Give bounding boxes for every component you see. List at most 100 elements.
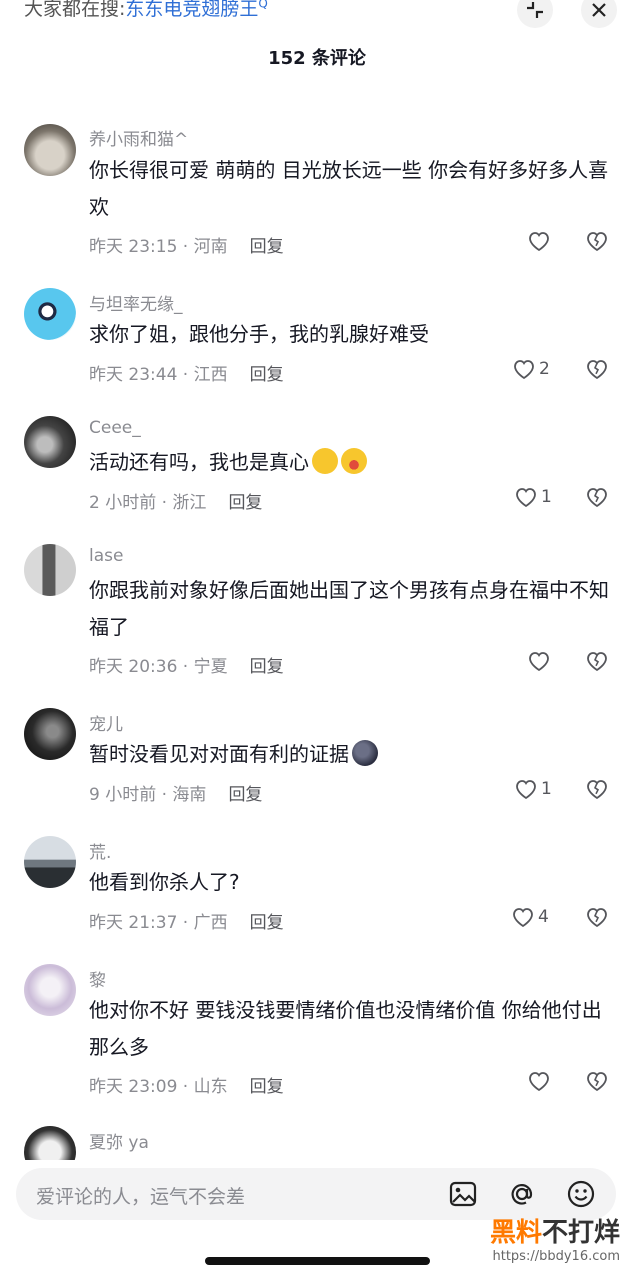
- comment-time-location: 2 小时前 · 浙江: [89, 493, 207, 513]
- laughing-crying-emoji-icon: [341, 448, 367, 474]
- comment-meta: 昨天 20:36 · 宁夏 回复: [89, 652, 284, 677]
- reply-button[interactable]: 回复: [250, 657, 284, 677]
- comment-time-location: 昨天 23:44 · 江西: [89, 365, 228, 385]
- comment-username[interactable]: 养小雨和猫^: [89, 125, 188, 150]
- avatar[interactable]: [24, 288, 76, 340]
- like-count: 2: [539, 359, 550, 379]
- image-picker-button[interactable]: [448, 1179, 478, 1209]
- comment-text: 他看到你杀人了?: [89, 870, 240, 894]
- comment-text-body: 活动还有吗，我也是真心: [89, 450, 309, 474]
- reply-button[interactable]: 回复: [250, 237, 284, 257]
- broken-heart-icon: [587, 360, 607, 380]
- reply-button[interactable]: 回复: [228, 493, 262, 513]
- heart-icon: [529, 652, 549, 672]
- close-icon: [592, 3, 606, 17]
- dislike-button[interactable]: [585, 778, 609, 804]
- image-icon: [449, 1181, 477, 1207]
- broken-heart-icon: [587, 1072, 607, 1092]
- comment-input-bar: 爱评论的人，运气不会差 黑料不打烊 https://bbdy16.com: [0, 1160, 634, 1280]
- like-button[interactable]: 4: [511, 906, 549, 928]
- search-icon: Q: [258, 0, 268, 11]
- heart-icon: [513, 908, 533, 928]
- broken-heart-icon: [587, 780, 607, 800]
- heart-icon: [529, 232, 549, 252]
- comment-username[interactable]: 与坦率无缘_: [89, 290, 183, 315]
- trending-search-hint[interactable]: 大家都在搜:东东电竞翅膀王Q: [24, 0, 268, 21]
- dislike-button[interactable]: [585, 230, 609, 256]
- dislike-button[interactable]: [585, 1070, 609, 1096]
- reply-button[interactable]: 回复: [250, 365, 284, 385]
- comment-text: 活动还有吗，我也是真心: [89, 444, 609, 481]
- collapse-button[interactable]: [517, 0, 553, 28]
- comment-meta: 昨天 23:15 · 河南 回复: [89, 232, 284, 257]
- avatar[interactable]: [24, 124, 76, 176]
- like-count: 1: [541, 487, 552, 507]
- mention-button[interactable]: [507, 1179, 537, 1209]
- collapse-icon: [527, 2, 543, 18]
- dislike-button[interactable]: [585, 650, 609, 676]
- reply-button[interactable]: 回复: [250, 1077, 284, 1097]
- like-button[interactable]: [527, 650, 554, 672]
- comment-time-location: 昨天 23:15 · 河南: [89, 237, 228, 257]
- heart-icon: [529, 1072, 549, 1092]
- like-button[interactable]: 1: [514, 486, 552, 508]
- comment-time-location: 昨天 20:36 · 宁夏: [89, 657, 228, 677]
- broken-heart-icon: [587, 232, 607, 252]
- comment-text: 求你了姐，跟他分手，我的乳腺好难受: [89, 322, 429, 346]
- close-button[interactable]: [581, 0, 617, 28]
- comment-meta: 昨天 23:44 · 江西 回复: [89, 360, 284, 385]
- heart-icon: [514, 360, 534, 380]
- comment-text: 他对你不好 要钱没钱要情绪价值也没情绪价值 你给他付出那么多: [89, 998, 602, 1059]
- avatar[interactable]: [24, 708, 76, 760]
- comment-text: 暂时没看见对对面有利的证据: [89, 736, 609, 773]
- like-button[interactable]: [527, 1070, 554, 1092]
- comment-meta: 2 小时前 · 浙江 回复: [89, 488, 262, 513]
- heart-icon: [516, 780, 536, 800]
- comment-count-title: 152 条评论: [268, 48, 366, 69]
- dark-moon-emoji-icon: [352, 740, 378, 766]
- comment-username[interactable]: 夏弥 ya: [89, 1128, 149, 1153]
- comment-time-location: 9 小时前 · 海南: [89, 785, 207, 805]
- comment-meta: 昨天 21:37 · 广西 回复: [89, 908, 284, 933]
- reply-button[interactable]: 回复: [228, 785, 262, 805]
- comment-text: 你跟我前对象好像后面她出国了这个男孩有点身在福中不知福了: [89, 578, 609, 639]
- search-keyword-link[interactable]: 东东电竞翅膀王: [125, 0, 258, 20]
- watermark-brand: 黑料不打烊: [490, 1212, 620, 1249]
- watermark: 黑料不打烊 https://bbdy16.com: [490, 1212, 620, 1264]
- avatar[interactable]: [24, 964, 76, 1016]
- search-prefix: 大家都在搜:: [24, 0, 126, 20]
- comment-username[interactable]: 荒.: [89, 838, 111, 863]
- emoji-picker-button[interactable]: [566, 1179, 596, 1209]
- watermark-brand-b: 不打烊: [541, 1218, 620, 1248]
- comment-time-location: 昨天 23:09 · 山东: [89, 1077, 228, 1097]
- comment-username[interactable]: 黎: [89, 966, 106, 991]
- comment-meta: 昨天 23:09 · 山东 回复: [89, 1072, 284, 1097]
- like-button[interactable]: [527, 230, 554, 252]
- home-indicator[interactable]: [205, 1257, 430, 1265]
- like-count: 1: [541, 779, 552, 799]
- avatar[interactable]: [24, 416, 76, 468]
- broken-heart-icon: [587, 652, 607, 672]
- dislike-button[interactable]: [585, 358, 609, 384]
- dislike-button[interactable]: [585, 906, 609, 932]
- like-button[interactable]: 2: [512, 358, 550, 380]
- dislike-button[interactable]: [585, 486, 609, 512]
- comment-username[interactable]: Ceee_: [89, 418, 141, 438]
- smiley-icon: [567, 1180, 595, 1208]
- avatar[interactable]: [24, 836, 76, 888]
- comment-username[interactable]: lase: [89, 546, 123, 566]
- comment-time-location: 昨天 21:37 · 广西: [89, 913, 228, 933]
- like-count: 4: [538, 907, 549, 927]
- broken-heart-icon: [587, 908, 607, 928]
- ok-hand-emoji-icon: [312, 448, 338, 474]
- comment-username[interactable]: 宠儿: [89, 710, 123, 735]
- like-button[interactable]: 1: [514, 778, 552, 800]
- heart-icon: [516, 488, 536, 508]
- comment-meta: 9 小时前 · 海南 回复: [89, 780, 262, 805]
- reply-button[interactable]: 回复: [250, 913, 284, 933]
- broken-heart-icon: [587, 488, 607, 508]
- watermark-url: https://bbdy16.com: [492, 1249, 621, 1264]
- comment-text: 你长得很可爱 萌萌的 目光放长远一些 你会有好多好多人喜欢: [89, 158, 609, 219]
- avatar[interactable]: [24, 544, 76, 596]
- watermark-brand-a: 黑料: [489, 1218, 542, 1248]
